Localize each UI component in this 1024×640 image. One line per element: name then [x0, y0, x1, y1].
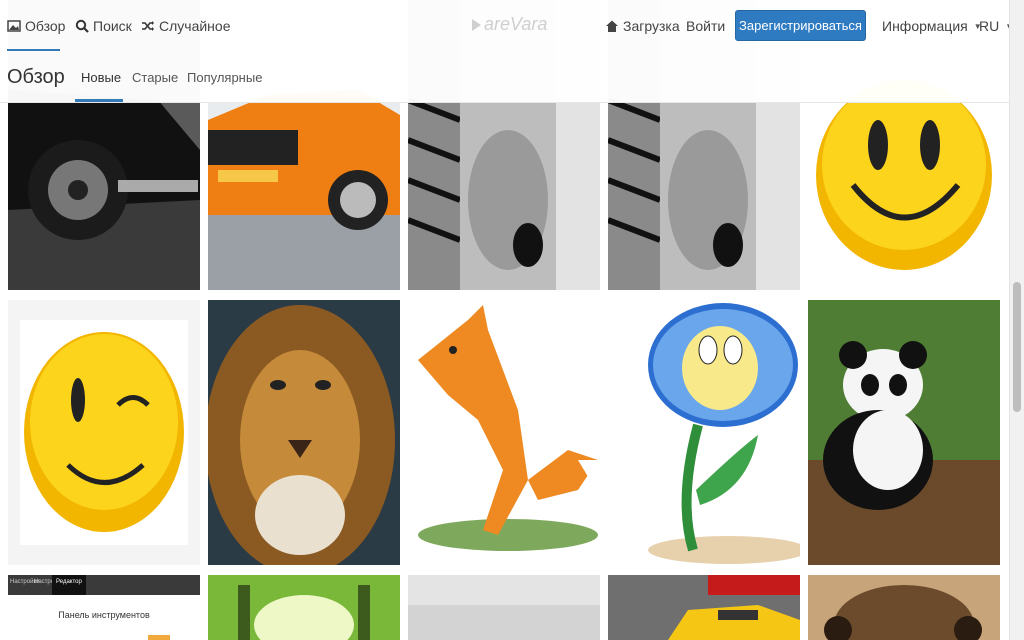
nav-search[interactable]: Поиск: [75, 16, 132, 36]
nav-random-label: Случайное: [159, 18, 231, 34]
shuffle-icon: [142, 21, 154, 31]
register-button[interactable]: Зарегистрироваться: [735, 10, 866, 41]
nav-info-dropdown[interactable]: Информация ▼: [882, 16, 982, 36]
nav-overview[interactable]: Обзор: [7, 16, 65, 36]
nav-active-indicator: [7, 49, 60, 51]
tab-new[interactable]: Новые: [81, 70, 121, 85]
image-icon: [7, 20, 21, 32]
register-button-label: Зарегистрироваться: [739, 18, 862, 33]
play-icon: [472, 18, 481, 31]
nav-info-label: Информация: [882, 18, 968, 34]
nav-overview-label: Обзор: [25, 18, 66, 34]
nav-upload[interactable]: Загрузка: [605, 16, 680, 36]
nav-search-label: Поиск: [93, 18, 132, 34]
thumb-toolbar-screenshot[interactable]: Настройки Настройки Редактор Панель инст…: [8, 575, 200, 640]
home-icon: [606, 20, 618, 32]
thumb-panda[interactable]: [808, 300, 1000, 565]
thumb-lion[interactable]: [208, 300, 400, 565]
toolbar-accent: [148, 635, 170, 640]
page: Настройки Настройки Редактор Панель инст…: [0, 0, 1024, 640]
thumb-fox[interactable]: [408, 300, 600, 565]
nav-language-label: RU: [979, 18, 1000, 34]
toolbar-panel-title: Панель инструментов: [58, 610, 150, 620]
nav-login[interactable]: Войти: [686, 16, 725, 36]
nav-upload-label: Загрузка: [623, 18, 680, 34]
thumb-animal[interactable]: [808, 575, 1000, 640]
scrollbar-thumb[interactable]: [1013, 282, 1021, 412]
thumb-flower[interactable]: [608, 300, 800, 565]
top-navbar: Обзор Поиск Случайное areVara Загрузка В…: [0, 0, 1013, 52]
search-icon: [75, 19, 89, 33]
tab-active-indicator: [75, 99, 123, 102]
toolbar-tabs: Настройки Настройки Редактор: [8, 575, 200, 595]
nav-random[interactable]: Случайное: [141, 16, 230, 36]
thumb-yellow-car-show[interactable]: [608, 575, 800, 640]
page-title: Обзор: [7, 66, 65, 88]
site-logo[interactable]: areVara: [470, 14, 547, 35]
thumb-forest[interactable]: [208, 575, 400, 640]
thumb-gray[interactable]: [408, 575, 600, 640]
tab-old[interactable]: Старые: [132, 70, 178, 85]
tab-popular[interactable]: Популярные: [187, 70, 262, 85]
scrollbar[interactable]: [1009, 0, 1024, 640]
site-logo-text: areVara: [484, 14, 548, 34]
thumb-winking-smiley[interactable]: [8, 300, 200, 565]
toolbar-tab-active: Редактор: [52, 575, 86, 595]
nav-login-label: Войти: [686, 18, 726, 34]
